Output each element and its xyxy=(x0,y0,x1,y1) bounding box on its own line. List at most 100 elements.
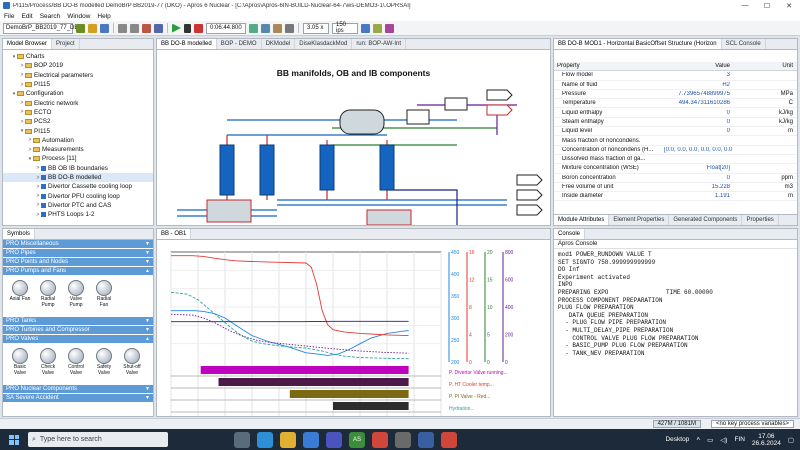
tab-project[interactable]: Project xyxy=(52,39,80,49)
symbol-group-header[interactable]: PRO Pipes ▼ xyxy=(3,249,153,258)
property-value[interactable]: 494.347311610286 xyxy=(664,100,732,106)
start-button[interactable] xyxy=(0,434,28,445)
property-row[interactable]: Dissolved mass fraction of ga... xyxy=(554,155,797,165)
app-icon[interactable] xyxy=(395,431,411,448)
symbol-group-header[interactable]: PRO Valves ▲ xyxy=(3,335,153,344)
symbol-group-header[interactable]: PRO Tanks ▼ xyxy=(3,317,153,326)
desktop-toolbar-label[interactable]: Desktop xyxy=(665,436,689,443)
property-row[interactable]: Mass fraction of noncondens. xyxy=(554,136,797,146)
tab-scl-console[interactable]: SCL Console xyxy=(722,39,766,49)
property-value[interactable]: 15.228 xyxy=(664,184,732,190)
property-row[interactable]: Free volume of unit 15.228 m3 xyxy=(554,183,797,193)
property-row[interactable]: Mixture concentration (WSE) Float[20] xyxy=(554,164,797,174)
speed-field[interactable]: 3.05 x xyxy=(303,22,329,34)
tree-item[interactable]: > BB OB IB boundaries xyxy=(3,164,153,173)
property-value[interactable]: Float[20] xyxy=(664,165,732,171)
play-icon[interactable] xyxy=(172,23,181,33)
model-selector[interactable]: DemoBrP_BB2019_77_DE xyxy=(3,22,78,34)
pause-icon[interactable] xyxy=(184,23,191,33)
chevron-up-icon[interactable]: ˄ xyxy=(696,436,700,443)
trend-icon[interactable] xyxy=(385,23,394,33)
property-row[interactable]: Temperature 494.347311610286 C xyxy=(554,99,797,109)
menu-file[interactable]: File xyxy=(4,13,14,20)
menu-window[interactable]: Window xyxy=(67,13,90,20)
tree-item[interactable]: > Electrical parameters xyxy=(3,71,153,80)
tree-item[interactable]: > Automation xyxy=(3,136,153,145)
menu-search[interactable]: Search xyxy=(40,13,61,20)
settings-icon[interactable] xyxy=(285,23,294,33)
editor-tab[interactable]: run: BOP-AW-Int xyxy=(352,39,406,49)
property-row[interactable]: Name of fluid H2 xyxy=(554,81,797,90)
property-value[interactable]: 1.191 xyxy=(664,193,732,199)
tab-symbols[interactable]: Symbols xyxy=(3,229,36,239)
symbol-group-header[interactable]: PRO Points and Nodes ▼ xyxy=(3,258,153,267)
memory-indicator[interactable]: 427M / 1081M xyxy=(652,420,701,428)
property-value[interactable]: H2 xyxy=(664,82,732,88)
tree-item[interactable]: > Measurements xyxy=(3,145,153,154)
editor-tab[interactable]: BOP - DEMO xyxy=(217,39,262,49)
outlook-icon[interactable] xyxy=(303,431,319,448)
editor-tab[interactable]: BB DO-B modelled xyxy=(157,39,217,49)
property-row[interactable]: Liquid level 0 m xyxy=(554,127,797,137)
tree-item[interactable]: > BB DO-B modelled xyxy=(3,172,153,183)
tab-chart-bb-ob1[interactable]: BB - OB1 xyxy=(157,229,192,239)
language-indicator[interactable]: FIN xyxy=(734,436,744,443)
chart-icon[interactable] xyxy=(373,23,382,33)
property-value[interactable]: 3 xyxy=(664,72,732,78)
symbol-group-header[interactable]: PRO Nuclear Components ▼ xyxy=(3,385,153,394)
tree-item[interactable]: ▾ Configuration xyxy=(3,89,153,98)
clock[interactable]: 17.06 26.6.2024 xyxy=(752,433,781,447)
minimize-button[interactable]: — xyxy=(734,2,756,10)
fast-forward-icon[interactable] xyxy=(261,23,270,33)
property-value[interactable]: 0 xyxy=(664,110,732,116)
notification-icon[interactable]: ▢ xyxy=(788,436,794,444)
symbol-item[interactable]: Shut-off Valve xyxy=(120,348,144,381)
symbol-item[interactable]: Axial Fan xyxy=(8,280,32,313)
tree-item[interactable]: > ECTO xyxy=(3,108,153,117)
tree-item[interactable]: > PCS2 xyxy=(3,117,153,126)
editor-tab[interactable]: DiseKlasdackMod xyxy=(295,39,353,49)
redo-icon[interactable] xyxy=(130,23,139,33)
file-explorer-icon[interactable] xyxy=(280,431,296,448)
teams-icon[interactable] xyxy=(326,431,342,448)
property-row[interactable]: Steam enthalpy 0 kJ/kg xyxy=(554,118,797,128)
copy-icon[interactable] xyxy=(154,23,163,33)
property-value[interactable]: 7.73965748899975 xyxy=(664,91,732,97)
stop-icon[interactable] xyxy=(194,23,203,33)
tree-item[interactable]: > PHTS Loops 1-2 xyxy=(3,210,153,219)
property-row[interactable]: Pressure 7.73965748899975 MPa xyxy=(554,90,797,100)
network-icon[interactable]: ▭ xyxy=(707,436,713,444)
close-window-button[interactable]: ✕ xyxy=(778,2,800,10)
property-row[interactable]: Concentration of noncondens (H... [0.0, 0… xyxy=(554,146,797,155)
editor-tab[interactable]: DKModel xyxy=(262,39,296,49)
maximize-button[interactable]: ☐ xyxy=(756,2,778,10)
symbol-item[interactable]: Check Valve xyxy=(36,348,60,381)
taskbar-search[interactable]: ⌕ Type here to search xyxy=(28,432,168,447)
property-row[interactable]: Boron concentration 0 ppm xyxy=(554,174,797,183)
simulation-time-field[interactable]: 0:06:44.800 xyxy=(206,22,246,34)
tree-item[interactable]: > PI115 xyxy=(3,80,153,89)
symbol-group-header[interactable]: PRO Miscellaneous ▼ xyxy=(3,240,153,249)
properties-bottom-tab[interactable]: Properties xyxy=(742,215,779,225)
task-view-icon[interactable] xyxy=(234,431,250,448)
symbol-group-header[interactable]: PRO Pumps and Fans ▲ xyxy=(3,267,153,276)
symbol-group-header[interactable]: PRO Turbines and Compressor ▼ xyxy=(3,326,153,335)
diagram-canvas[interactable]: BB manifolds, OB and IB components xyxy=(157,50,550,225)
console-output[interactable]: mod1 POWER_RUNDOWN VALUE T SET SIGNTO 758… xyxy=(554,249,797,359)
menu-edit[interactable]: Edit xyxy=(21,13,32,20)
property-row[interactable]: Inside diameter 1.191 m xyxy=(554,192,797,202)
tree-item[interactable]: ▾ Process [11] xyxy=(3,154,153,163)
open-icon[interactable] xyxy=(88,23,97,33)
trend-chart[interactable]: 00:0000:5001:4002:3003:2004:1005:0005:50… xyxy=(157,240,550,416)
property-value[interactable]: 0 xyxy=(664,119,732,125)
tree-item[interactable]: > Electric network xyxy=(3,98,153,107)
tree-item[interactable]: > Divertor Cassette cooling loop xyxy=(3,182,153,191)
tree-item[interactable]: ▾ PI115 xyxy=(3,126,153,135)
symbol-item[interactable]: Control Valve xyxy=(64,348,88,381)
menu-help[interactable]: Help xyxy=(97,13,110,20)
tree-item[interactable]: ▾ Charts xyxy=(3,52,153,61)
tab-element-properties[interactable]: BB DO-B MOD1 - Horizontal BasicOffset St… xyxy=(554,39,722,49)
symbol-item[interactable]: Valve Pump xyxy=(64,280,88,313)
save-icon[interactable] xyxy=(100,23,109,33)
tree-item[interactable]: > Divertor PTC and CAS xyxy=(3,201,153,210)
